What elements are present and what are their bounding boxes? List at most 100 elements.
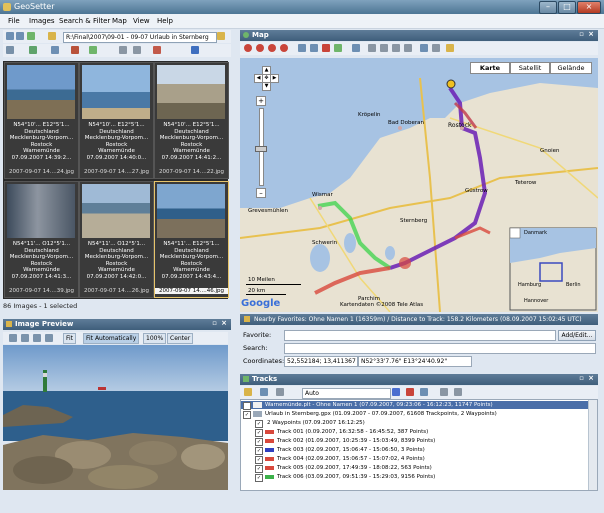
marker-icon[interactable] — [280, 44, 288, 52]
track-checkbox[interactable]: ✓ — [255, 456, 263, 464]
menu-file[interactable]: File — [8, 17, 20, 25]
close-panel-icon[interactable]: × — [588, 374, 594, 382]
splitter[interactable] — [231, 30, 237, 500]
close-panel-icon[interactable]: × — [221, 319, 227, 327]
open-track-icon[interactable] — [244, 388, 252, 396]
fit-button[interactable]: Fit — [63, 333, 77, 344]
track-row[interactable]: ✓ Track 006 (03.09.2007, 09:51:39 - 15:2… — [241, 473, 597, 482]
track-tool-icon[interactable] — [260, 388, 268, 396]
map-tool-icon[interactable] — [420, 44, 428, 52]
track-checkbox[interactable]: ✓ — [255, 438, 263, 446]
undock-icon[interactable]: ▫ — [212, 319, 217, 327]
track-row[interactable]: ✓ Track 001 (0.09.2007, 16:32:58 - 16:45… — [241, 428, 597, 437]
track-row[interactable]: ✓ 2 Waypoints (07.09.2007 16:12:25) — [241, 419, 597, 428]
minimize-button[interactable]: – — [539, 1, 557, 14]
coordinates-decimal-input[interactable]: 52,552184; 13,411367 — [284, 356, 358, 367]
pan-right-icon[interactable]: ▶ — [270, 74, 279, 83]
coordinates-dms-input[interactable]: N52°33'7.76" E13°24'40.92" — [358, 356, 472, 367]
edit-data-icon[interactable] — [133, 46, 141, 54]
menu-map[interactable]: Map — [112, 17, 127, 25]
track-tool-icon[interactable] — [392, 388, 400, 396]
track-row[interactable]: ✓ Urlaub in Sternberg.gpx (01.09.2007 - … — [241, 410, 597, 419]
thumbnail-item-selected[interactable]: N54°11'... E12°5'1... Deutschland Mecklenb… — [154, 181, 229, 298]
track-tool-icon[interactable] — [454, 388, 462, 396]
map-tool-icon[interactable] — [368, 44, 376, 52]
undock-icon[interactable]: ▫ — [579, 374, 584, 382]
track-checkbox[interactable]: ✓ — [243, 402, 251, 410]
zoom-out-button[interactable]: – — [256, 188, 266, 198]
track-tool-icon[interactable] — [276, 388, 284, 396]
favorite-select[interactable] — [284, 330, 556, 341]
thumbnail-item[interactable]: N54°10'... E12°5'1... Deutschland Mecklenb… — [4, 62, 79, 179]
maximize-button[interactable]: □ — [558, 1, 576, 14]
menu-view[interactable]: View — [133, 17, 150, 25]
thumbnail-item[interactable]: N54°11'... O12°5'1... Deutschland Mecklenb… — [4, 181, 79, 298]
map-type-satellit[interactable]: Satellit — [510, 62, 550, 74]
track-row[interactable]: ✓ Track 003 (02.09.2007, 15:06:47 - 15:0… — [241, 446, 597, 455]
map-type-gelaende[interactable]: Gelände — [550, 62, 592, 74]
map-tool-icon[interactable] — [298, 44, 306, 52]
track-mode-select[interactable]: Auto — [302, 388, 391, 399]
refresh-icon[interactable] — [27, 32, 35, 40]
marker-icon[interactable] — [256, 44, 264, 52]
zoom-in-button[interactable]: + — [256, 96, 266, 106]
map-tool-icon[interactable] — [352, 44, 360, 52]
map-view[interactable]: Rostock Bad Doberan Kröpelin Gnoien Schw… — [240, 58, 598, 312]
settings-icon[interactable] — [153, 46, 161, 54]
map-tool-icon[interactable] — [446, 44, 454, 52]
folder-path-input[interactable]: R:\Final\2007\09-01 - 09-07 Urlaub in St… — [63, 32, 217, 43]
rotate-left-icon[interactable] — [9, 334, 17, 342]
map-tool-icon[interactable] — [380, 44, 388, 52]
track-tool-icon[interactable] — [440, 388, 448, 396]
close-button[interactable]: × — [577, 1, 601, 14]
folder-icon[interactable] — [48, 32, 56, 40]
map-tool-icon[interactable] — [322, 44, 330, 52]
thumbnail-item[interactable]: N54°10'... E12°5'1... Deutschland Mecklenb… — [154, 62, 229, 179]
pan-down-icon[interactable]: ▼ — [262, 82, 271, 91]
track-tool-icon[interactable] — [406, 388, 414, 396]
tracks-scrollbar[interactable] — [588, 400, 597, 490]
delete-icon[interactable] — [71, 46, 79, 54]
track-row[interactable]: ✓ Warnemünde.plt - Ohne Namen 1 (07.09.2… — [241, 401, 597, 410]
globe-icon[interactable] — [191, 46, 199, 54]
map-tool-icon[interactable] — [334, 44, 342, 52]
zoom-out-icon[interactable] — [45, 334, 53, 342]
close-panel-icon[interactable]: × — [588, 30, 594, 38]
marker-icon[interactable] — [268, 44, 276, 52]
marker-icon[interactable] — [244, 44, 252, 52]
track-checkbox[interactable]: ✓ — [255, 420, 263, 428]
add-edit-button[interactable]: Add/Edit... — [558, 330, 596, 341]
map-type-karte[interactable]: Karte — [470, 62, 510, 74]
thumbnail-item[interactable]: N54°11'... O12°5'1... Deutschland Mecklenb… — [79, 181, 154, 298]
track-checkbox[interactable]: ✓ — [255, 474, 263, 482]
track-row[interactable]: ✓ Track 005 (02.09.2007, 17:49:39 - 18:0… — [241, 464, 597, 473]
track-checkbox[interactable]: ✓ — [243, 411, 251, 419]
menu-search-filter[interactable]: Search & Filter — [59, 17, 110, 25]
view-mode-icon[interactable] — [6, 46, 14, 54]
filter-icon[interactable] — [51, 46, 59, 54]
map-tool-icon[interactable] — [310, 44, 318, 52]
track-checkbox[interactable]: ✓ — [255, 447, 263, 455]
center-button[interactable]: Center — [167, 333, 194, 344]
rotate-right-icon[interactable] — [21, 334, 29, 342]
undock-icon[interactable]: ▫ — [579, 30, 584, 38]
search-input[interactable] — [284, 343, 596, 354]
zoom-select[interactable]: 100% — [143, 333, 167, 344]
track-tool-icon[interactable] — [420, 388, 428, 396]
track-checkbox[interactable]: ✓ — [255, 429, 263, 437]
menu-help[interactable]: Help — [157, 17, 173, 25]
map-tool-icon[interactable] — [392, 44, 400, 52]
map-tool-icon[interactable] — [404, 44, 412, 52]
sync-icon[interactable] — [29, 46, 37, 54]
thumbnail-item[interactable]: N54°10'... E12°5'1... Deutschland Mecklenb… — [79, 62, 154, 179]
zoom-in-icon[interactable] — [33, 334, 41, 342]
track-row[interactable]: ✓ Track 002 (01.09.2007, 10:25:39 - 15:0… — [241, 437, 597, 446]
forward-icon[interactable] — [16, 32, 24, 40]
assign-position-icon[interactable] — [89, 46, 97, 54]
back-icon[interactable] — [6, 32, 14, 40]
pan-control[interactable]: ▲ ◀ ✥ ▶ ▼ — [254, 66, 279, 91]
map-tool-icon[interactable] — [432, 44, 440, 52]
track-checkbox[interactable]: ✓ — [255, 465, 263, 473]
save-icon[interactable] — [119, 46, 127, 54]
zoom-slider-handle[interactable] — [255, 146, 267, 152]
